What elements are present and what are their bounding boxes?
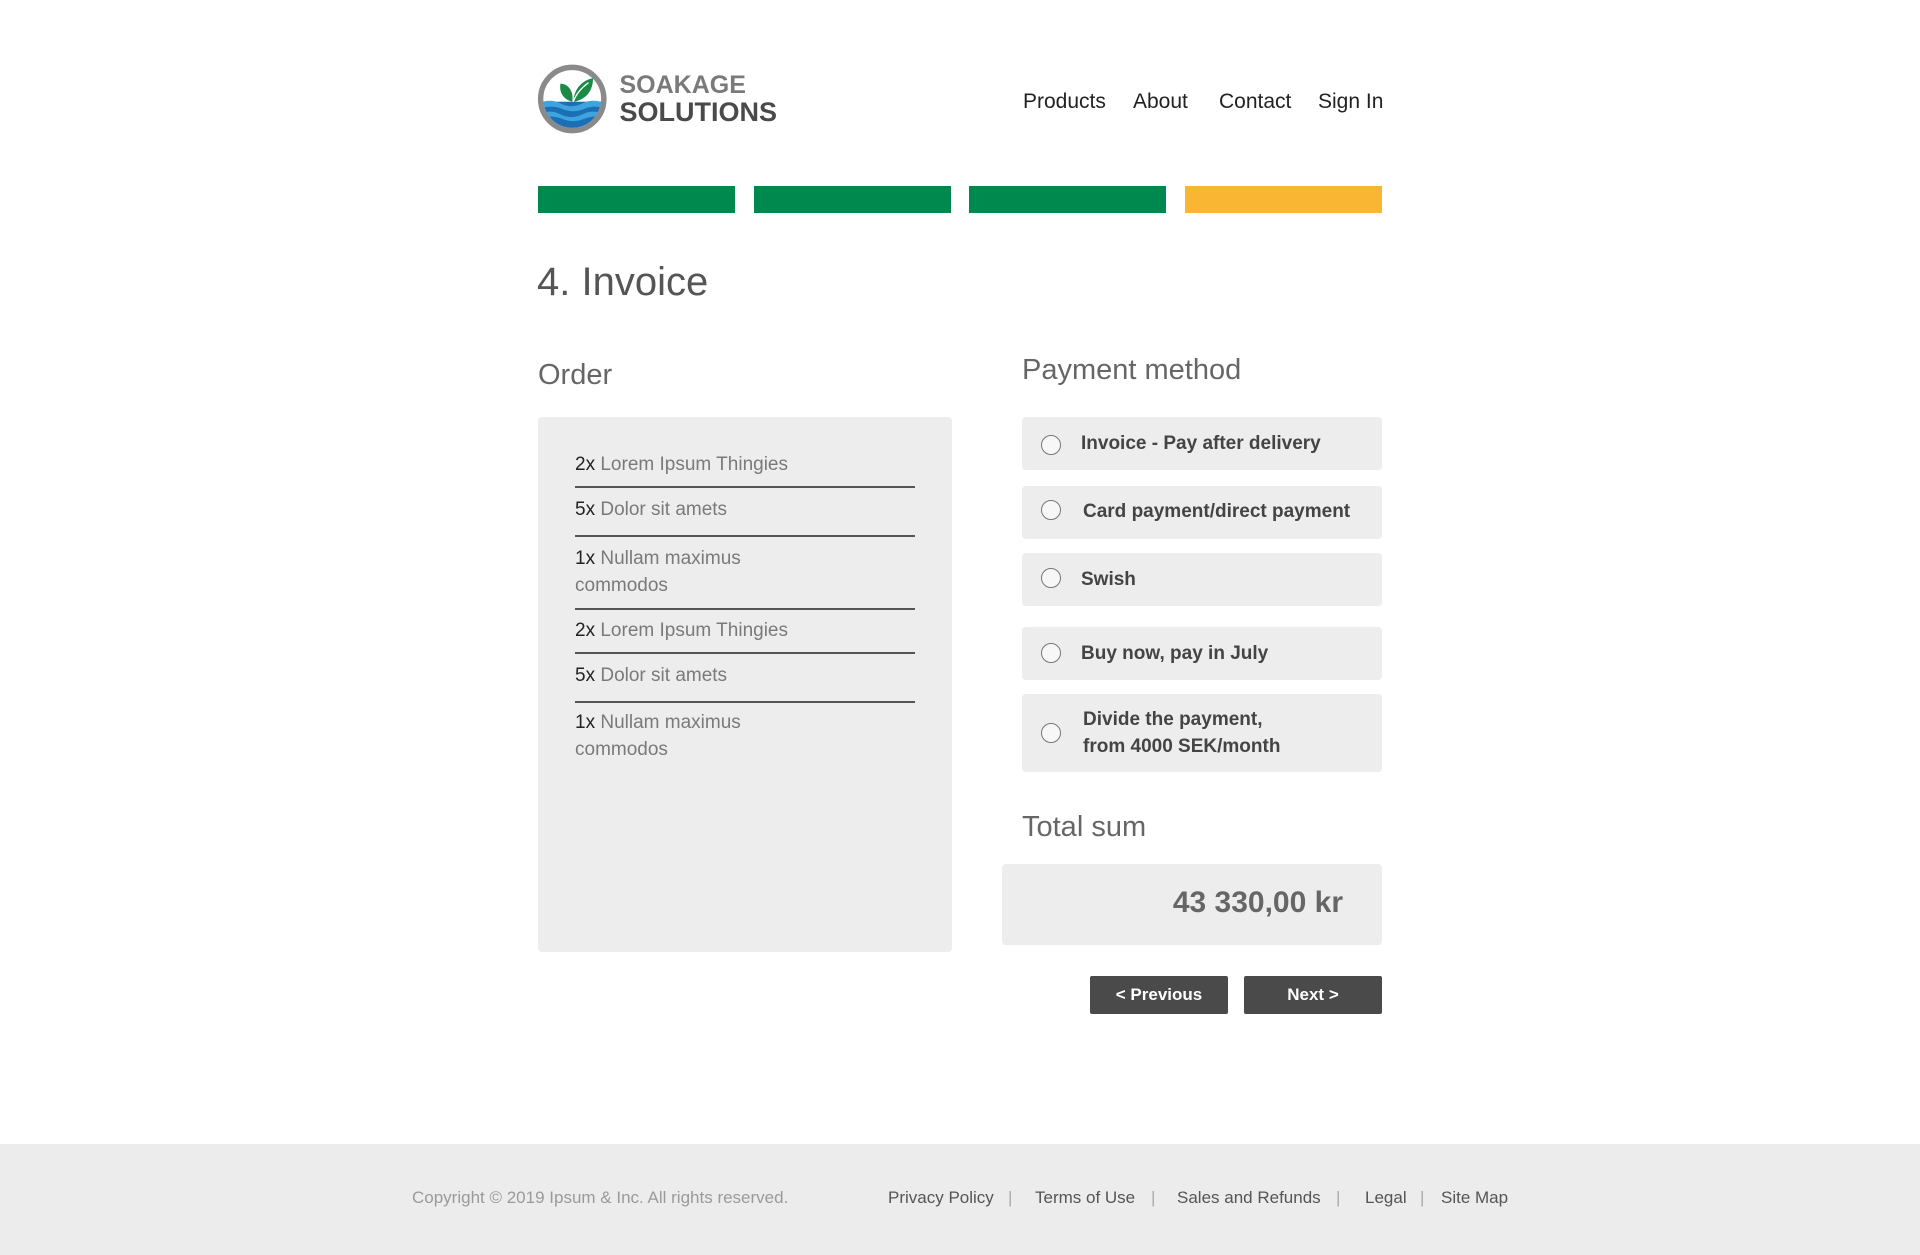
progress-step-2: [754, 186, 951, 213]
payment-option-label: Card payment/direct payment: [1083, 501, 1351, 522]
footer-separator: |: [1420, 1188, 1425, 1207]
payment-option-card[interactable]: Card payment/direct payment: [1022, 486, 1382, 539]
order-item-name-cont: commodos: [575, 575, 668, 596]
order-item-qty: 1x: [575, 712, 596, 733]
order-item-name-cont: commodos: [575, 739, 668, 760]
progress-step-3: [969, 186, 1166, 213]
payment-option-swish[interactable]: Swish: [1022, 553, 1382, 606]
total-sum-box: 43 330,00 kr: [1002, 864, 1382, 945]
order-item-qty: 2x: [575, 454, 596, 475]
payment-method-title: Payment method: [1022, 354, 1242, 386]
progress-step-1: [538, 186, 735, 213]
nav-sign-in[interactable]: Sign In: [1318, 90, 1383, 116]
payment-option-label: Divide the payment, from 4000 SEK/month: [1083, 706, 1280, 760]
order-item-qty: 5x: [575, 665, 596, 686]
copyright-text: Copyright © 2019 Ipsum & Inc. All rights…: [412, 1188, 789, 1207]
payment-option-installments[interactable]: Divide the payment, from 4000 SEK/month: [1022, 694, 1382, 772]
order-divider: [575, 486, 915, 488]
footer-separator: |: [1151, 1188, 1156, 1207]
order-item-name: Nullam maximus: [600, 712, 741, 733]
order-item: 1x Nullam maximus commodos: [575, 709, 915, 763]
payment-option-label-line2: from 4000 SEK/month: [1083, 736, 1281, 757]
order-item-name: Nullam maximus: [600, 548, 741, 569]
order-item-qty: 5x: [575, 499, 596, 520]
order-item: 1x Nullam maximus commodos: [575, 545, 915, 599]
nav-contact[interactable]: Contact: [1219, 90, 1291, 116]
payment-option-label: Buy now, pay in July: [1081, 643, 1269, 664]
page-title: 4. Invoice: [537, 260, 709, 304]
payment-option-label: Invoice - Pay after delivery: [1081, 433, 1321, 454]
radio-unchecked-icon[interactable]: [1041, 500, 1061, 520]
order-item-name: Dolor sit amets: [600, 665, 728, 686]
payment-option-pay-later[interactable]: Buy now, pay in July: [1022, 627, 1382, 680]
brand-name: SOAKAGE SOLUTIONS: [619, 72, 777, 126]
previous-button[interactable]: < Previous: [1090, 976, 1228, 1014]
order-panel: 2x Lorem Ipsum Thingies 5x Dolor sit ame…: [538, 417, 952, 952]
footer-separator: |: [1008, 1188, 1013, 1207]
radio-unchecked-icon[interactable]: [1041, 568, 1061, 588]
footer-separator: |: [1336, 1188, 1341, 1207]
nav-about[interactable]: About: [1133, 90, 1188, 116]
order-divider: [575, 608, 915, 610]
nav-products[interactable]: Products: [1023, 90, 1106, 116]
payment-option-invoice[interactable]: Invoice - Pay after delivery: [1022, 417, 1382, 470]
total-sum-title: Total sum: [1022, 811, 1147, 843]
order-item: 5x Dolor sit amets: [575, 662, 915, 689]
payment-option-label-line1: Divide the payment,: [1083, 709, 1263, 730]
order-title: Order: [538, 359, 613, 391]
order-item: 2x Lorem Ipsum Thingies: [575, 617, 915, 644]
order-item: 5x Dolor sit amets: [575, 496, 915, 523]
order-divider: [575, 652, 915, 654]
footer-link-site-map[interactable]: Site Map: [1441, 1188, 1508, 1208]
radio-unchecked-icon[interactable]: [1041, 643, 1061, 663]
order-item-qty: 1x: [575, 548, 596, 569]
brand-logo[interactable]: SOAKAGE SOLUTIONS: [537, 59, 777, 139]
order-item: 2x Lorem Ipsum Thingies: [575, 451, 915, 478]
leaf-water-logo-icon: [537, 64, 607, 134]
radio-unchecked-icon[interactable]: [1041, 435, 1061, 455]
order-divider: [575, 701, 915, 703]
order-item-qty: 2x: [575, 620, 596, 641]
footer-link-terms-of-use[interactable]: Terms of Use: [1035, 1188, 1135, 1208]
progress-step-4: [1185, 186, 1382, 213]
order-divider: [575, 535, 915, 537]
footer: Copyright © 2019 Ipsum & Inc. All rights…: [0, 1144, 1920, 1255]
footer-link-sales-and-refunds[interactable]: Sales and Refunds: [1177, 1188, 1321, 1208]
total-sum-value: 43 330,00 kr: [1172, 886, 1343, 919]
radio-unchecked-icon[interactable]: [1041, 723, 1061, 743]
payment-option-label: Swish: [1081, 569, 1136, 590]
footer-link-privacy-policy[interactable]: Privacy Policy: [888, 1188, 994, 1208]
brand-line2: SOLUTIONS: [619, 97, 777, 127]
footer-link-legal[interactable]: Legal: [1365, 1188, 1407, 1208]
brand-line1: SOAKAGE: [619, 71, 746, 99]
order-item-name: Lorem Ipsum Thingies: [600, 454, 788, 475]
order-item-name: Dolor sit amets: [600, 499, 728, 520]
order-item-name: Lorem Ipsum Thingies: [600, 620, 788, 641]
next-button[interactable]: Next >: [1244, 976, 1382, 1014]
